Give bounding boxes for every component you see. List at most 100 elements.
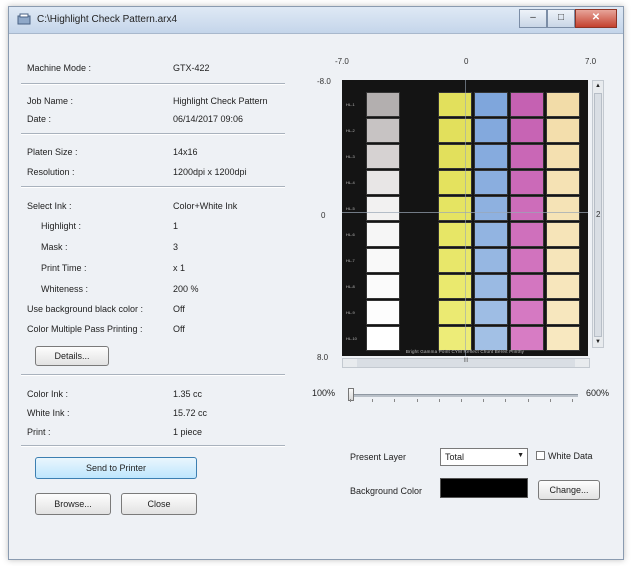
color-patch: [366, 248, 400, 273]
change-color-button[interactable]: Change...: [538, 480, 600, 500]
zoom-tick: [438, 399, 440, 402]
zoom-tick: [372, 399, 374, 402]
zoom-slider[interactable]: [344, 388, 578, 402]
y-axis-mid-label: 0: [321, 211, 326, 220]
multi-pass-value: Off: [173, 324, 185, 334]
print-time-value: x 1: [173, 263, 186, 273]
color-ink-label: Color Ink :: [27, 389, 69, 399]
platen-size-value: 14x16: [173, 147, 198, 157]
send-to-printer-button[interactable]: Send to Printer: [35, 457, 197, 479]
color-patch: [366, 144, 400, 169]
zoom-tick: [505, 399, 507, 402]
multi-pass-row: Color Multiple Pass Printing : Off: [21, 324, 287, 338]
background-color-swatch: [440, 478, 528, 498]
color-patch: [474, 274, 508, 299]
present-layer-select[interactable]: Total ▼: [440, 448, 528, 466]
machine-mode-value: GTX-422: [173, 63, 210, 73]
color-patch: [366, 170, 400, 195]
machine-mode-row: Machine Mode : GTX-422: [21, 63, 287, 77]
color-patch: [366, 300, 400, 325]
row-label: HL-7: [346, 258, 355, 263]
color-patch: [546, 300, 580, 325]
color-patch: [510, 170, 544, 195]
x-axis-right-label: 7.0: [585, 57, 597, 66]
white-data-label: White Data: [548, 451, 593, 461]
details-button[interactable]: Details...: [35, 346, 109, 366]
select-ink-label: Select Ink :: [27, 201, 72, 211]
zoom-tick: [394, 399, 396, 402]
print-value: 1 piece: [173, 427, 203, 437]
color-patch: [510, 92, 544, 117]
chevron-down-icon: ▼: [517, 452, 524, 459]
color-patch: [438, 248, 472, 273]
color-patch: [438, 222, 472, 247]
date-row: Date : 06/14/2017 09:06: [21, 114, 287, 128]
color-patch: [510, 144, 544, 169]
scroll-up-icon[interactable]: ▲: [593, 81, 603, 91]
color-patch: [510, 248, 544, 273]
color-patch: [546, 118, 580, 143]
close-window-button[interactable]: ✕: [575, 9, 617, 28]
maximize-icon: □: [557, 12, 565, 23]
row-label: HL-6: [346, 232, 355, 237]
zoom-tick: [416, 399, 418, 402]
row-label: HL-3: [346, 154, 355, 159]
print-time-label: Print Time :: [41, 263, 87, 273]
minimize-icon: –: [530, 12, 536, 23]
machine-mode-label: Machine Mode :: [27, 63, 92, 73]
zoom-tick: [350, 399, 351, 402]
zoom-max-label: 600%: [586, 388, 610, 398]
zoom-tick: [461, 399, 462, 402]
color-patch: [366, 326, 400, 351]
highlight-label: Highlight :: [41, 221, 82, 231]
zoom-tick: [549, 399, 551, 402]
right-mid-label: 2: [596, 210, 601, 219]
color-patch: [510, 196, 544, 221]
job-name-value: Highlight Check Pattern: [173, 96, 268, 106]
color-patch: [510, 300, 544, 325]
bg-black-value: Off: [173, 304, 185, 314]
platen-size-label: Platen Size :: [27, 147, 78, 157]
zoom-tick: [527, 399, 529, 402]
present-layer-value: Total: [445, 452, 465, 462]
app-icon: [17, 13, 31, 25]
divider: [21, 83, 285, 85]
mask-row: Mask : 3: [21, 242, 287, 256]
date-label: Date :: [27, 114, 52, 124]
background-color-label: Background Color: [350, 486, 423, 496]
color-patch: [438, 326, 472, 351]
mask-value: 3: [173, 242, 179, 252]
resolution-label: Resolution :: [27, 167, 75, 177]
print-time-row: Print Time : x 1: [21, 263, 287, 277]
color-patch: [438, 118, 472, 143]
resolution-value: 1200dpi x 1200dpi: [173, 167, 247, 177]
divider: [21, 133, 285, 135]
color-ink-row: Color Ink : 1.35 cc: [21, 389, 287, 403]
color-ink-value: 1.35 cc: [173, 389, 203, 399]
minimize-button[interactable]: –: [519, 9, 547, 28]
color-patch: [510, 222, 544, 247]
white-data-checkbox[interactable]: [536, 451, 545, 460]
close-button[interactable]: Close: [121, 493, 197, 515]
zoom-tick: [572, 399, 573, 402]
white-ink-row: White Ink : 15.72 cc: [21, 408, 287, 422]
color-patch: [366, 118, 400, 143]
divider: [21, 186, 285, 188]
color-patch: [366, 196, 400, 221]
browse-button[interactable]: Browse...: [35, 493, 111, 515]
x-axis-left-label: -7.0: [335, 57, 349, 66]
color-patch: [546, 222, 580, 247]
horizontal-scrollbar[interactable]: III: [342, 358, 590, 368]
title-bar[interactable]: C:\Highlight Check Pattern.arx4 – □ ✕: [9, 7, 623, 34]
white-ink-label: White Ink :: [27, 408, 70, 418]
color-patch: [546, 144, 580, 169]
color-patch: [546, 92, 580, 117]
maximize-button[interactable]: □: [547, 9, 575, 28]
horizontal-scroll-thumb[interactable]: III: [357, 358, 575, 367]
highlight-row: Highlight : 1: [21, 221, 287, 235]
zoom-thumb[interactable]: [348, 388, 354, 401]
bg-black-label: Use background black color :: [27, 304, 144, 314]
scroll-down-icon[interactable]: ▼: [593, 337, 603, 347]
color-patch: [546, 170, 580, 195]
whiteness-label: Whiteness :: [41, 284, 89, 294]
